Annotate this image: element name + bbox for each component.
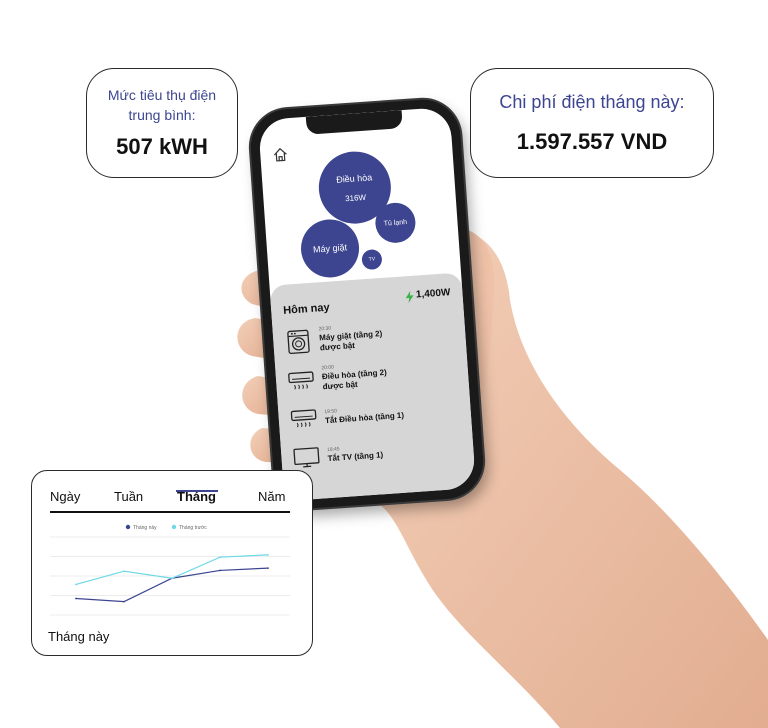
data-point bbox=[123, 600, 125, 603]
legend-label: Tháng trước bbox=[179, 525, 207, 531]
event-text: 20:30 Máy giặt (tầng 2) được bật bbox=[318, 322, 383, 353]
consumption-value: 507 kWH bbox=[116, 133, 208, 159]
period-tabs: Ngày Tuần Tháng Năm bbox=[50, 489, 294, 513]
tab-ngay[interactable]: Ngày bbox=[50, 489, 80, 504]
cost-value: 1.597.557 VND bbox=[516, 128, 668, 154]
event-item[interactable]: 19:50 Tắt Điều hòa (tầng 1) bbox=[290, 395, 459, 433]
chart-caption: Tháng này bbox=[48, 629, 110, 644]
bubble-dieu-hoa-value: 316W bbox=[344, 192, 367, 203]
today-header: Hôm nay 1,400W bbox=[282, 287, 451, 317]
tab-nam[interactable]: Năm bbox=[258, 489, 285, 504]
legend-label: Tháng này bbox=[133, 525, 157, 531]
power-value: 1,400W bbox=[416, 287, 451, 300]
bubble-tu-lanh[interactable]: Tủ lạnh bbox=[374, 201, 417, 245]
data-point bbox=[75, 597, 77, 600]
tab-tuan[interactable]: Tuần bbox=[114, 489, 143, 504]
air-conditioner-icon bbox=[288, 370, 314, 390]
lightning-icon bbox=[405, 290, 414, 304]
phone-notch bbox=[305, 110, 403, 135]
power-number: 1,400 bbox=[415, 287, 442, 301]
data-point bbox=[75, 583, 77, 586]
data-point bbox=[267, 553, 269, 556]
today-title: Hôm nay bbox=[282, 301, 331, 317]
active-tab-underline bbox=[176, 490, 218, 492]
event-text: 19:50 Tắt Điều hòa (tầng 1) bbox=[324, 403, 404, 425]
phone: Điều hòa 316W Máy giặt Tủ lạnh TV Hôm na… bbox=[248, 97, 486, 511]
data-point bbox=[123, 570, 125, 573]
event-item[interactable]: 20:00 Điều hòa (tầng 2) được bật bbox=[287, 356, 456, 395]
bubble-tv[interactable]: TV bbox=[361, 248, 383, 271]
data-point bbox=[267, 567, 269, 569]
bubble-may-giat[interactable]: Máy giặt bbox=[299, 217, 361, 280]
power-unit: W bbox=[440, 287, 451, 299]
phone-body: Điều hòa 316W Máy giặt Tủ lạnh TV Hôm na… bbox=[248, 97, 486, 511]
consumption-card: Mức tiêu thụ điện trung bình: 507 kWH bbox=[86, 68, 238, 178]
chart-card: Ngày Tuần Tháng Năm Tháng này Tháng trước… bbox=[31, 470, 313, 656]
data-point bbox=[219, 569, 221, 572]
air-conditioner-icon bbox=[290, 409, 317, 428]
phone-screen: Điều hòa 316W Máy giặt Tủ lạnh TV Hôm na… bbox=[257, 106, 477, 502]
consumption-label: Mức tiêu thụ điện trung bình: bbox=[107, 87, 217, 123]
power-col: 1,400W bbox=[416, 287, 451, 300]
cost-label: Chi phí điện tháng này: bbox=[499, 91, 685, 112]
home-icon[interactable] bbox=[272, 146, 289, 163]
legend-marker bbox=[125, 524, 131, 530]
data-point bbox=[219, 556, 221, 559]
bubble-tu-lanh-label: Tủ lạnh bbox=[383, 218, 408, 228]
washing-machine-icon bbox=[287, 329, 310, 354]
event-item[interactable]: 20:30 Máy giặt (tầng 2) được bật bbox=[285, 317, 454, 356]
event-text: 18:45 Tắt TV (tầng 1) bbox=[327, 443, 384, 464]
bubble-tv-label: TV bbox=[368, 256, 376, 263]
today-panel: Hôm nay 1,400W 20:30 Máy giặt (tầng 2) đ… bbox=[269, 272, 477, 502]
tabs-divider bbox=[50, 511, 290, 513]
cost-card: Chi phí điện tháng này: 1.597.557 VND bbox=[470, 68, 714, 178]
power-readout: 1,400W bbox=[405, 287, 451, 304]
data-point bbox=[171, 577, 173, 580]
bubble-may-giat-label: Máy giặt bbox=[312, 242, 348, 255]
event-text: 20:00 Điều hòa (tầng 2) được bật bbox=[321, 361, 388, 392]
legend-marker bbox=[171, 524, 177, 530]
line-chart: Tháng này Tháng trước bbox=[50, 524, 290, 616]
tv-icon bbox=[293, 447, 320, 468]
series-line bbox=[75, 567, 269, 603]
bubble-dieu-hoa-label: Điều hòa bbox=[335, 171, 373, 185]
event-item[interactable]: 18:45 Tắt TV (tầng 1) bbox=[293, 433, 462, 471]
